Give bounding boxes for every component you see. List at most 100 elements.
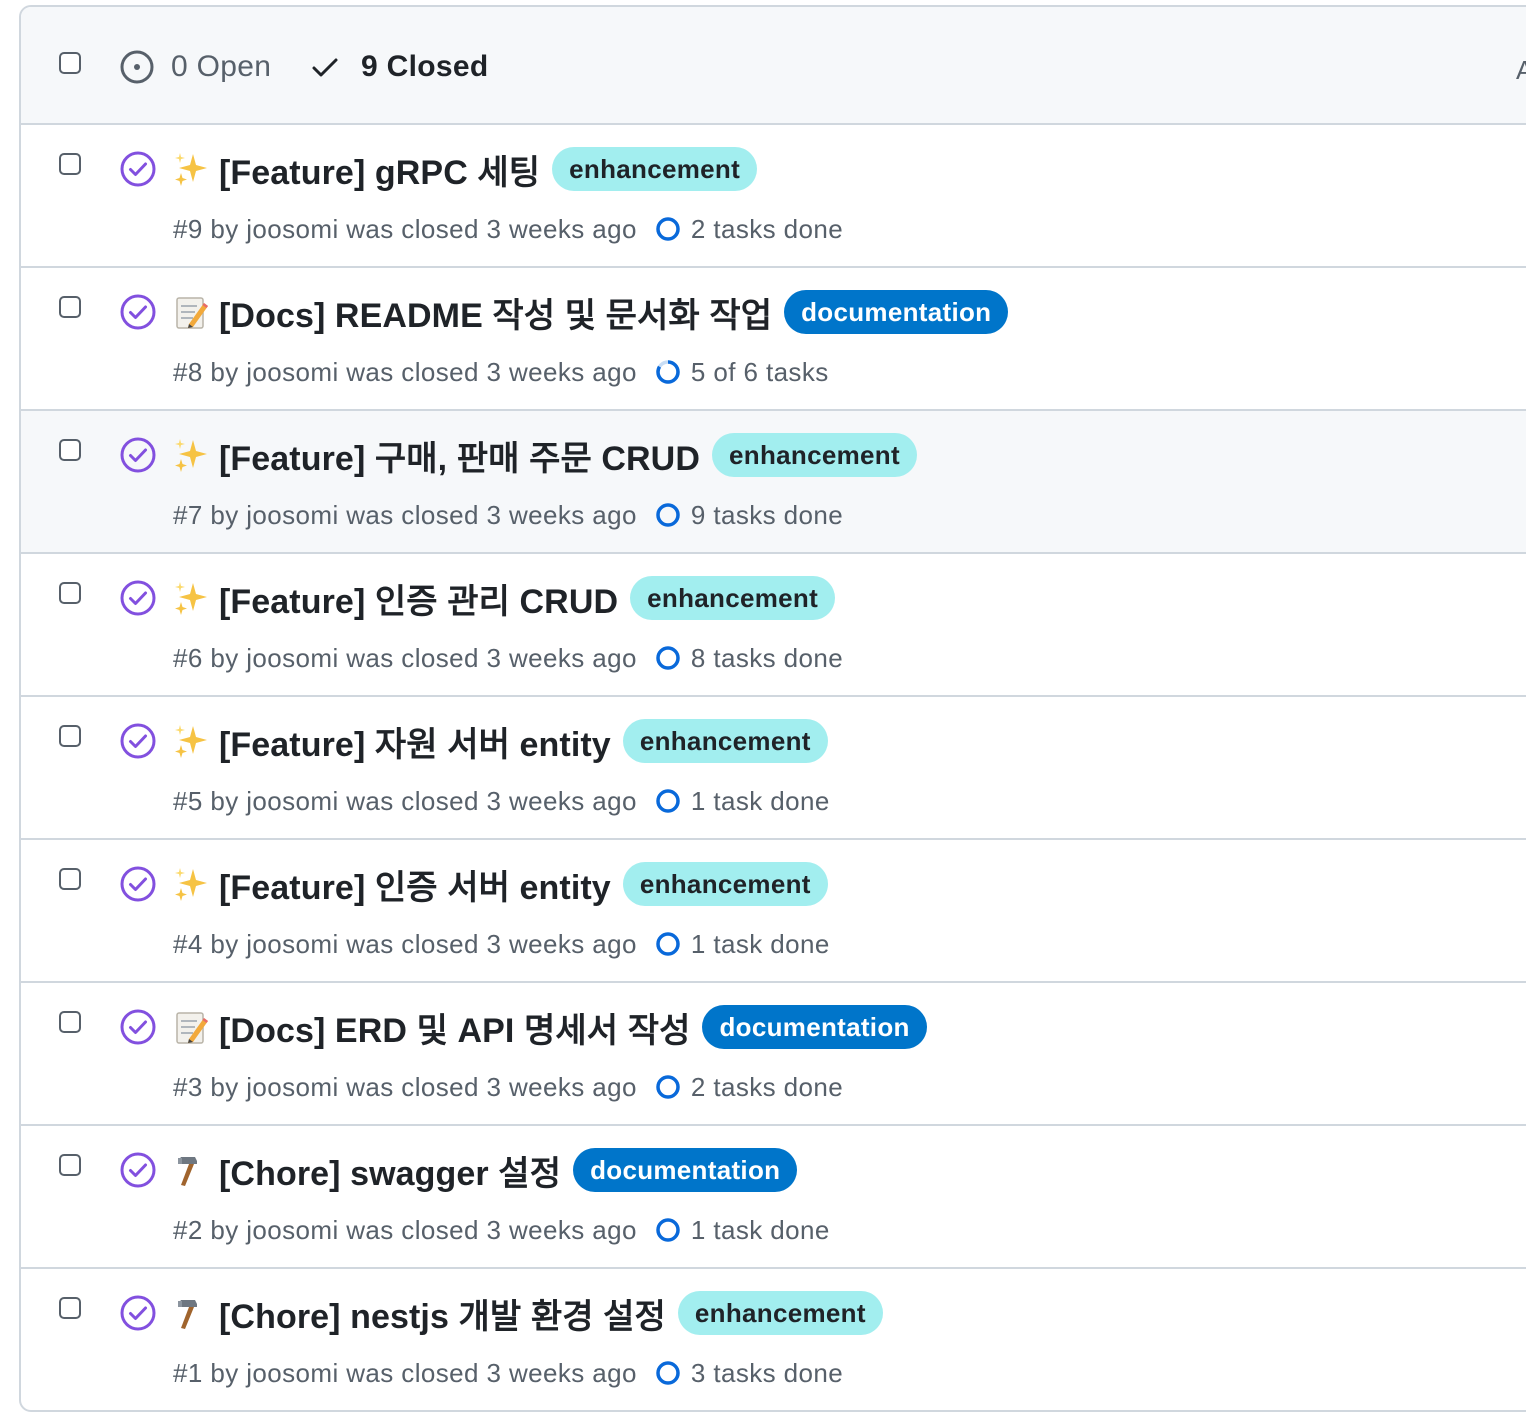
memo-icon — [173, 1009, 209, 1045]
issue-checkbox[interactable] — [59, 868, 81, 890]
check-icon — [312, 58, 338, 77]
open-issues-filter[interactable]: 0 Open — [119, 47, 271, 87]
task-progress: 1 task done — [655, 1215, 830, 1246]
issue-row[interactable]: [Feature] 자원 서버 entity enhancement #5 by j… — [21, 697, 1526, 840]
sparkles-icon — [173, 437, 209, 473]
issue-title-link[interactable]: [Feature] 인증 관리 CRUD — [219, 574, 618, 623]
issues-list-box: 0 Open 9 Closed A [Feature] gRPC 세팅 enhan… — [19, 5, 1526, 1412]
issue-checkbox[interactable] — [59, 296, 81, 318]
issue-title-link[interactable]: [Chore] nestjs 개발 환경 설정 — [219, 1289, 666, 1338]
closed-count-label: 9 Closed — [361, 50, 489, 83]
issue-closed-icon — [119, 579, 157, 617]
issue-checkbox[interactable] — [59, 725, 81, 747]
issue-meta: #8 by joosomi was closed 3 weeks ago — [173, 356, 637, 387]
task-progress: 1 task done — [655, 929, 830, 960]
issue-title-link[interactable]: [Feature] 인증 서버 entity — [219, 860, 611, 909]
task-progress: 2 tasks done — [655, 214, 843, 245]
issue-title-link[interactable]: [Chore] swagger 설정 — [219, 1146, 561, 1195]
issue-row[interactable]: [Feature] 인증 관리 CRUD enhancement #6 by joo… — [21, 554, 1526, 697]
issue-closed-icon — [119, 293, 157, 331]
issue-meta: #7 by joosomi was closed 3 weeks ago — [173, 499, 637, 530]
hammer-icon — [173, 1295, 209, 1331]
task-progress: 1 task done — [655, 786, 830, 817]
sparkles-icon — [173, 151, 209, 187]
issue-closed-icon — [119, 722, 157, 760]
issue-title-link[interactable]: [Feature] 자원 서버 entity — [219, 717, 611, 766]
task-progress-label: 1 task done — [690, 785, 830, 816]
author-filter-truncated[interactable]: A — [1516, 55, 1526, 86]
issue-opened-icon — [120, 50, 154, 84]
label-enhancement[interactable]: enhancement — [630, 576, 836, 620]
issue-meta: #9 by joosomi was closed 3 weeks ago — [173, 213, 637, 244]
issues-list-header: 0 Open 9 Closed A — [21, 7, 1526, 125]
label-enhancement[interactable]: enhancement — [622, 862, 828, 906]
task-progress-label: 2 tasks done — [690, 1071, 844, 1102]
issue-row[interactable]: [Feature] 인증 서버 entity enhancement #4 by j… — [21, 840, 1526, 983]
progress-complete-icon — [656, 1218, 680, 1242]
closed-issues-filter[interactable]: 9 Closed — [309, 47, 488, 87]
memo-icon — [173, 294, 209, 330]
issue-row[interactable]: [Feature] gRPC 세팅 enhancement #9 by joosom… — [21, 125, 1526, 268]
open-count-label: 0 Open — [171, 50, 272, 83]
issue-row[interactable]: [Docs] ERD 및 API 명세서 작성 documentation #3 b… — [21, 983, 1526, 1126]
task-progress-label: 5 of 6 tasks — [690, 356, 829, 387]
issue-meta: #3 by joosomi was closed 3 weeks ago — [173, 1071, 637, 1102]
label-documentation[interactable]: documentation — [702, 1005, 927, 1049]
issue-row[interactable]: [Chore] swagger 설정 documentation #2 by joo… — [21, 1126, 1526, 1269]
issue-checkbox[interactable] — [59, 1297, 81, 1319]
progress-complete-icon — [656, 646, 680, 670]
task-progress-label: 2 tasks done — [690, 213, 844, 244]
label-documentation[interactable]: documentation — [784, 290, 1009, 334]
sparkles-icon — [173, 866, 209, 902]
task-progress-label: 1 task done — [690, 1214, 830, 1245]
issue-closed-icon — [119, 1008, 157, 1046]
sparkles-icon — [173, 580, 209, 616]
issue-meta: #4 by joosomi was closed 3 weeks ago — [173, 928, 637, 959]
progress-complete-icon — [656, 789, 680, 813]
task-progress: 9 tasks done — [655, 500, 843, 531]
issue-title-link[interactable]: [Docs] ERD 및 API 명세서 작성 — [219, 1003, 690, 1052]
issue-row[interactable]: [Feature] 구매, 판매 주문 CRUD enhancement #7 by… — [21, 411, 1526, 554]
issue-title-link[interactable]: [Feature] gRPC 세팅 — [219, 145, 540, 194]
issue-title-link[interactable]: [Docs] README 작성 및 문서화 작업 — [219, 288, 772, 337]
task-progress: 2 tasks done — [655, 1072, 843, 1103]
label-enhancement[interactable]: enhancement — [552, 147, 758, 191]
select-all-checkbox[interactable] — [59, 52, 81, 74]
task-progress-label: 1 task done — [690, 928, 830, 959]
hammer-icon — [173, 1152, 209, 1188]
task-progress: 3 tasks done — [655, 1358, 843, 1389]
issue-meta: #5 by joosomi was closed 3 weeks ago — [173, 785, 637, 816]
task-progress-label: 8 tasks done — [690, 642, 844, 673]
issue-closed-icon — [119, 865, 157, 903]
label-enhancement[interactable]: enhancement — [677, 1291, 883, 1335]
issue-checkbox[interactable] — [59, 1154, 81, 1176]
issue-checkbox[interactable] — [59, 1011, 81, 1033]
progress-complete-icon — [656, 217, 680, 241]
issue-title-link[interactable]: [Feature] 구매, 판매 주문 CRUD — [219, 431, 700, 480]
issue-checkbox[interactable] — [59, 439, 81, 461]
progress-complete-icon — [656, 1361, 680, 1385]
issue-closed-icon — [119, 436, 157, 474]
issue-meta: #6 by joosomi was closed 3 weeks ago — [173, 642, 637, 673]
issue-closed-icon — [119, 150, 157, 188]
task-progress: 5 of 6 tasks — [655, 357, 829, 388]
task-progress-label: 3 tasks done — [690, 1357, 844, 1388]
issue-meta: #2 by joosomi was closed 3 weeks ago — [173, 1214, 637, 1245]
label-enhancement[interactable]: enhancement — [622, 719, 828, 763]
issue-row[interactable]: [Chore] nestjs 개발 환경 설정 enhancement #1 by … — [21, 1269, 1526, 1410]
task-progress-label: 9 tasks done — [690, 499, 844, 530]
progress-partial-icon — [656, 360, 680, 384]
sparkles-icon — [173, 723, 209, 759]
label-enhancement[interactable]: enhancement — [712, 433, 917, 477]
issue-meta: #1 by joosomi was closed 3 weeks ago — [173, 1357, 637, 1388]
progress-complete-icon — [656, 932, 680, 956]
issue-checkbox[interactable] — [59, 153, 81, 175]
issue-closed-icon — [119, 1294, 157, 1332]
issue-list: [Feature] gRPC 세팅 enhancement #9 by joosom… — [21, 125, 1526, 1410]
progress-complete-icon — [656, 1075, 680, 1099]
issue-checkbox[interactable] — [59, 582, 81, 604]
label-documentation[interactable]: documentation — [573, 1148, 798, 1192]
issue-closed-icon — [119, 1151, 157, 1189]
task-progress: 8 tasks done — [655, 643, 843, 674]
issue-row[interactable]: [Docs] README 작성 및 문서화 작업 documentation #8… — [21, 268, 1526, 411]
